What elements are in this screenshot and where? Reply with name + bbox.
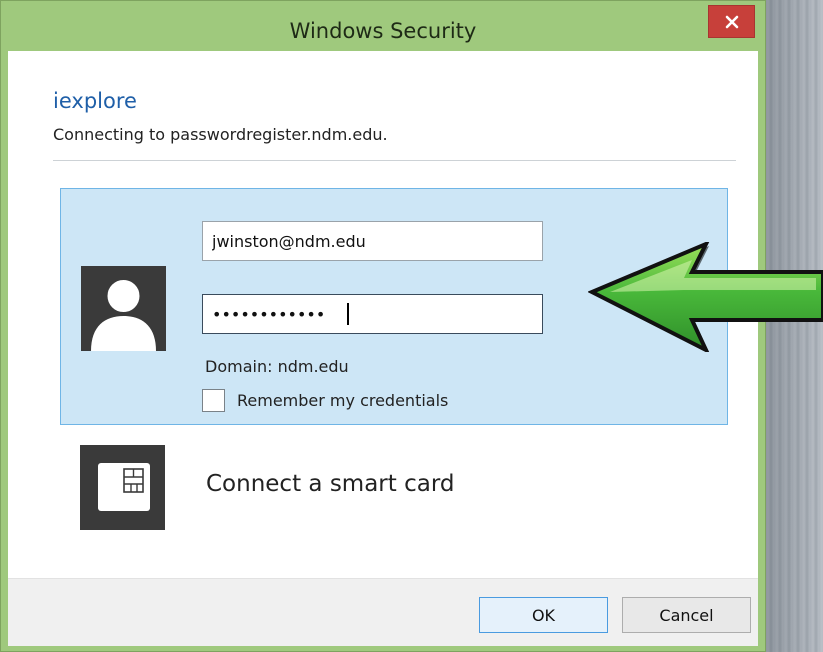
- username-field[interactable]: [202, 221, 543, 261]
- text-caret: [347, 303, 349, 325]
- remember-checkbox[interactable]: [202, 389, 225, 412]
- remember-credentials-option[interactable]: Remember my credentials: [202, 389, 448, 412]
- dialog-footer: OK Cancel: [8, 578, 758, 646]
- cancel-button[interactable]: Cancel: [622, 597, 751, 633]
- password-field[interactable]: [202, 294, 543, 334]
- domain-text: Domain: ndm.edu: [205, 357, 349, 376]
- app-name: iexplore: [53, 89, 137, 113]
- header-divider: [53, 160, 736, 161]
- close-icon: [725, 15, 738, 28]
- ok-button[interactable]: OK: [479, 597, 608, 633]
- smart-card-icon: [80, 445, 165, 530]
- close-button[interactable]: [708, 5, 755, 38]
- smart-card-option[interactable]: Connect a smart card: [60, 443, 728, 531]
- arrow-left-icon: [588, 242, 823, 352]
- window-title: Windows Security: [289, 19, 477, 43]
- remember-label: Remember my credentials: [237, 391, 449, 410]
- user-avatar-icon: [81, 266, 166, 351]
- connecting-text: Connecting to passwordregister.ndm.edu.: [53, 125, 388, 144]
- smart-card-label: Connect a smart card: [206, 471, 455, 497]
